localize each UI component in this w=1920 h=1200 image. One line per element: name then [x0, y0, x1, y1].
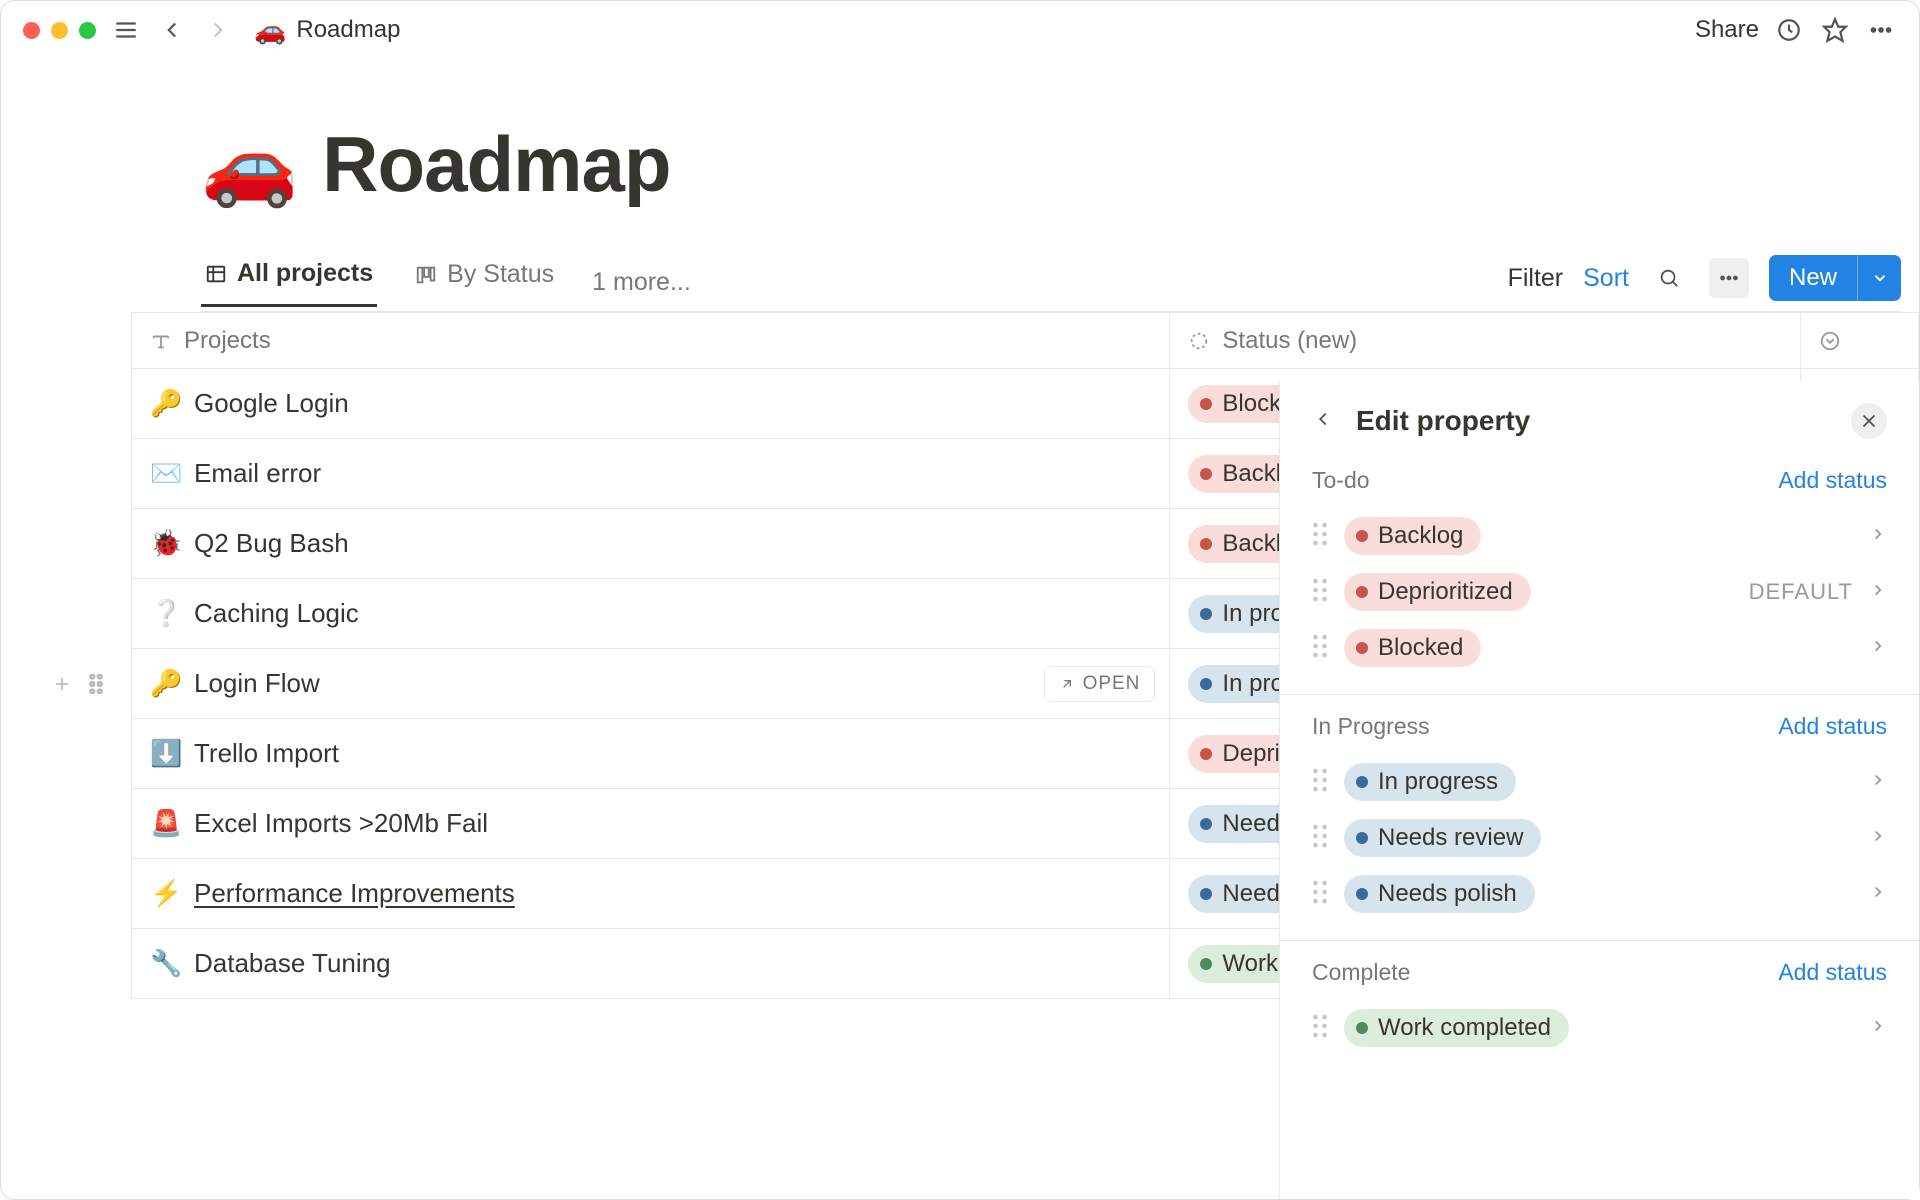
share-button[interactable]: Share [1695, 16, 1759, 44]
drag-handle-icon[interactable] [1312, 578, 1328, 607]
panel-title: Edit property [1356, 405, 1829, 437]
page-title-text[interactable]: Roadmap [322, 119, 670, 210]
row-icon: ⬇️ [150, 738, 180, 769]
new-button-label: New [1769, 255, 1857, 301]
view-options-icon[interactable] [1709, 258, 1749, 298]
row-title: Database Tuning [194, 948, 391, 979]
drag-handle-icon[interactable] [1312, 824, 1328, 853]
column-header-status[interactable]: Status (new) [1170, 313, 1800, 369]
views-more[interactable]: 1 more... [592, 268, 691, 297]
status-option[interactable]: Needs review [1312, 810, 1887, 866]
view-bar: All projects By Status 1 more... Filter S… [201, 254, 1901, 312]
drag-handle-icon[interactable] [1312, 1014, 1328, 1043]
status-option[interactable]: Needs polish [1312, 866, 1887, 922]
breadcrumb[interactable]: 🚗 Roadmap [254, 15, 400, 46]
more-icon[interactable] [1865, 14, 1897, 46]
row-icon: ⚡ [150, 878, 180, 909]
chevron-right-icon[interactable] [1869, 771, 1887, 794]
row-icon: ❔ [150, 598, 180, 629]
row-title: Login Flow [194, 668, 320, 699]
nav-forward-icon [202, 14, 234, 46]
row-title: Caching Logic [194, 598, 359, 629]
row-title: Trello Import [194, 738, 339, 769]
open-row-button[interactable]: OPEN [1044, 666, 1156, 702]
status-badge: Needs polish [1344, 875, 1535, 913]
column-header-projects[interactable]: Projects [132, 313, 1170, 369]
status-badge: Blocked [1344, 629, 1481, 667]
edit-property-panel: Edit property To-do Add status Backlog D… [1279, 381, 1919, 1199]
row-title: Performance Improvements [194, 878, 515, 909]
status-option[interactable]: In progress [1312, 754, 1887, 810]
breadcrumb-title: Roadmap [296, 16, 400, 44]
select-property-icon [1819, 330, 1841, 352]
drag-handle-icon[interactable] [1312, 880, 1328, 909]
status-badge: In progress [1344, 763, 1516, 801]
status-option[interactable]: Deprioritized DEFAULT [1312, 564, 1887, 620]
new-button-dropdown[interactable] [1857, 255, 1901, 301]
row-icon: 🚨 [150, 808, 180, 839]
add-status-button[interactable]: Add status [1778, 959, 1887, 986]
nav-back-icon[interactable] [156, 14, 188, 46]
zoom-window-button[interactable] [79, 22, 96, 39]
chevron-right-icon[interactable] [1869, 581, 1887, 604]
row-title: Q2 Bug Bash [194, 528, 349, 559]
view-tab-all-projects[interactable]: All projects [201, 259, 377, 307]
add-status-button[interactable]: Add status [1778, 713, 1887, 740]
status-badge: Needs review [1344, 819, 1541, 857]
status-badge: Work completed [1344, 1009, 1569, 1047]
row-icon: 🔧 [150, 948, 180, 979]
search-icon[interactable] [1649, 258, 1689, 298]
text-property-icon [150, 330, 172, 352]
panel-back-icon[interactable] [1312, 408, 1334, 435]
chevron-right-icon[interactable] [1869, 883, 1887, 906]
status-group-title: To-do [1312, 467, 1370, 494]
status-property-icon [1188, 330, 1210, 352]
chevron-right-icon[interactable] [1869, 827, 1887, 850]
panel-close-icon[interactable] [1851, 403, 1887, 439]
minimize-window-button[interactable] [51, 22, 68, 39]
drag-handle-icon[interactable] [1312, 634, 1328, 663]
titlebar: 🚗 Roadmap Share [1, 1, 1919, 59]
row-title: Google Login [194, 388, 349, 419]
sort-button[interactable]: Sort [1583, 264, 1629, 293]
chevron-right-icon[interactable] [1869, 525, 1887, 548]
sidebar-toggle-icon[interactable] [110, 14, 142, 46]
row-title: Excel Imports >20Mb Fail [194, 808, 488, 839]
updates-icon[interactable] [1773, 14, 1805, 46]
row-icon: 🐞 [150, 528, 180, 559]
chevron-right-icon[interactable] [1869, 1017, 1887, 1040]
status-group-title: In Progress [1312, 713, 1430, 740]
row-icon: 🔑 [150, 668, 180, 699]
close-window-button[interactable] [23, 22, 40, 39]
filter-button[interactable]: Filter [1508, 264, 1564, 293]
new-button[interactable]: New [1769, 255, 1901, 301]
breadcrumb-icon: 🚗 [254, 15, 286, 46]
window-controls [23, 22, 96, 39]
chevron-right-icon[interactable] [1869, 637, 1887, 660]
view-tab-by-status[interactable]: By Status [411, 260, 558, 305]
status-group-title: Complete [1312, 959, 1410, 986]
status-option[interactable]: Backlog [1312, 508, 1887, 564]
status-option[interactable]: Blocked [1312, 620, 1887, 676]
row-title: Email error [194, 458, 321, 489]
default-label: DEFAULT [1749, 579, 1853, 605]
favorite-icon[interactable] [1819, 14, 1851, 46]
row-actions[interactable] [52, 674, 106, 694]
drag-handle-icon[interactable] [1312, 768, 1328, 797]
drag-handle-icon[interactable] [1312, 522, 1328, 551]
row-icon: ✉️ [150, 458, 180, 489]
status-badge: Backlog [1344, 517, 1481, 555]
row-icon: 🔑 [150, 388, 180, 419]
status-option[interactable]: Work completed [1312, 1000, 1887, 1056]
page-title: 🚗 Roadmap [201, 119, 1901, 210]
column-header-next[interactable] [1800, 313, 1918, 369]
add-status-button[interactable]: Add status [1778, 467, 1887, 494]
page-icon[interactable]: 🚗 [201, 126, 298, 204]
status-badge: Deprioritized [1344, 573, 1531, 611]
